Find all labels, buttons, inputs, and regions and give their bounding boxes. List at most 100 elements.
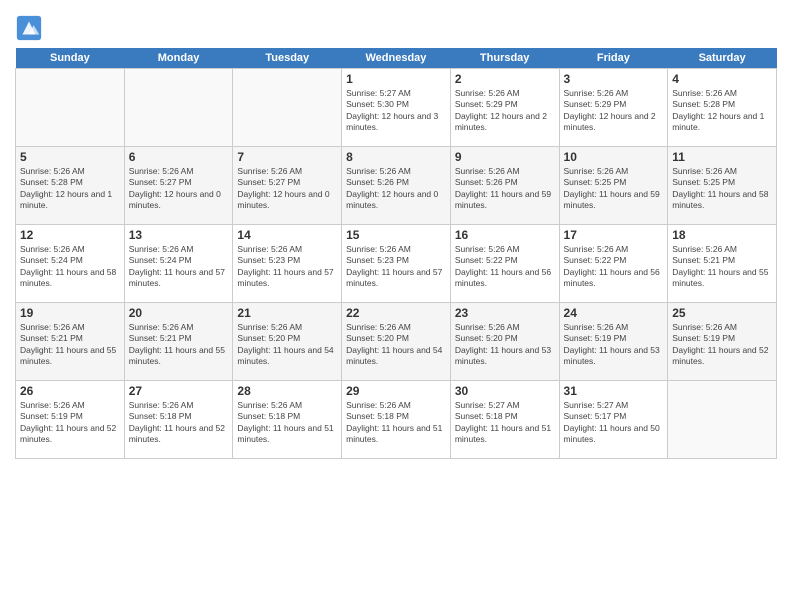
day-number: 31 (564, 384, 664, 398)
logo (15, 14, 45, 42)
calendar-cell (668, 381, 777, 459)
day-info: Sunrise: 5:26 AM Sunset: 5:18 PM Dayligh… (237, 400, 337, 446)
day-header-wednesday: Wednesday (342, 48, 451, 69)
calendar-cell (233, 69, 342, 147)
day-info: Sunrise: 5:27 AM Sunset: 5:30 PM Dayligh… (346, 88, 446, 134)
day-number: 13 (129, 228, 229, 242)
day-info: Sunrise: 5:26 AM Sunset: 5:20 PM Dayligh… (455, 322, 555, 368)
day-number: 12 (20, 228, 120, 242)
day-info: Sunrise: 5:26 AM Sunset: 5:20 PM Dayligh… (237, 322, 337, 368)
day-info: Sunrise: 5:27 AM Sunset: 5:18 PM Dayligh… (455, 400, 555, 446)
calendar-cell: 29 Sunrise: 5:26 AM Sunset: 5:18 PM Dayli… (342, 381, 451, 459)
day-header-tuesday: Tuesday (233, 48, 342, 69)
day-number: 24 (564, 306, 664, 320)
day-info: Sunrise: 5:26 AM Sunset: 5:24 PM Dayligh… (129, 244, 229, 290)
day-info: Sunrise: 5:26 AM Sunset: 5:23 PM Dayligh… (346, 244, 446, 290)
day-info: Sunrise: 5:26 AM Sunset: 5:18 PM Dayligh… (346, 400, 446, 446)
calendar-cell: 4 Sunrise: 5:26 AM Sunset: 5:28 PM Daylig… (668, 69, 777, 147)
calendar-cell: 14 Sunrise: 5:26 AM Sunset: 5:23 PM Dayli… (233, 225, 342, 303)
day-number: 9 (455, 150, 555, 164)
calendar-cell: 23 Sunrise: 5:26 AM Sunset: 5:20 PM Dayli… (450, 303, 559, 381)
calendar-cell: 11 Sunrise: 5:26 AM Sunset: 5:25 PM Dayli… (668, 147, 777, 225)
day-number: 14 (237, 228, 337, 242)
calendar-cell: 10 Sunrise: 5:26 AM Sunset: 5:25 PM Dayli… (559, 147, 668, 225)
calendar-cell: 5 Sunrise: 5:26 AM Sunset: 5:28 PM Daylig… (16, 147, 125, 225)
day-number: 17 (564, 228, 664, 242)
day-number: 25 (672, 306, 772, 320)
day-info: Sunrise: 5:26 AM Sunset: 5:19 PM Dayligh… (564, 322, 664, 368)
calendar-week-4: 19 Sunrise: 5:26 AM Sunset: 5:21 PM Dayli… (16, 303, 777, 381)
header (15, 10, 777, 42)
calendar-week-2: 5 Sunrise: 5:26 AM Sunset: 5:28 PM Daylig… (16, 147, 777, 225)
day-number: 2 (455, 72, 555, 86)
day-info: Sunrise: 5:26 AM Sunset: 5:23 PM Dayligh… (237, 244, 337, 290)
day-info: Sunrise: 5:26 AM Sunset: 5:28 PM Dayligh… (672, 88, 772, 134)
day-header-saturday: Saturday (668, 48, 777, 69)
day-number: 11 (672, 150, 772, 164)
day-info: Sunrise: 5:26 AM Sunset: 5:25 PM Dayligh… (564, 166, 664, 212)
day-number: 23 (455, 306, 555, 320)
day-header-monday: Monday (124, 48, 233, 69)
day-info: Sunrise: 5:26 AM Sunset: 5:29 PM Dayligh… (455, 88, 555, 134)
calendar-week-1: 1 Sunrise: 5:27 AM Sunset: 5:30 PM Daylig… (16, 69, 777, 147)
calendar-cell: 27Sunrise: 5:26 AM Sunset: 5:18 PM Dayli… (124, 381, 233, 459)
calendar-week-5: 26 Sunrise: 5:26 AM Sunset: 5:19 PM Dayli… (16, 381, 777, 459)
day-number: 4 (672, 72, 772, 86)
day-number: 26 (20, 384, 120, 398)
day-info: Sunrise: 5:26 AM Sunset: 5:21 PM Dayligh… (129, 322, 229, 368)
calendar-cell: 24 Sunrise: 5:26 AM Sunset: 5:19 PM Dayli… (559, 303, 668, 381)
calendar-cell: 20 Sunrise: 5:26 AM Sunset: 5:21 PM Dayli… (124, 303, 233, 381)
calendar-cell: 21 Sunrise: 5:26 AM Sunset: 5:20 PM Dayli… (233, 303, 342, 381)
day-number: 3 (564, 72, 664, 86)
header-row: SundayMondayTuesdayWednesdayThursdayFrid… (16, 48, 777, 69)
calendar-cell: 28 Sunrise: 5:26 AM Sunset: 5:18 PM Dayli… (233, 381, 342, 459)
day-number: 10 (564, 150, 664, 164)
day-number: 16 (455, 228, 555, 242)
day-number: 7 (237, 150, 337, 164)
day-number: 30 (455, 384, 555, 398)
day-info: Sunrise: 5:26 AM Sunset: 5:28 PM Dayligh… (20, 166, 120, 212)
calendar-cell: 7 Sunrise: 5:26 AM Sunset: 5:27 PM Daylig… (233, 147, 342, 225)
calendar-cell: 30 Sunrise: 5:27 AM Sunset: 5:18 PM Dayli… (450, 381, 559, 459)
day-info: Sunrise: 5:26 AM Sunset: 5:22 PM Dayligh… (455, 244, 555, 290)
day-info: Sunrise: 5:26 AM Sunset: 5:27 PM Dayligh… (237, 166, 337, 212)
calendar-table: SundayMondayTuesdayWednesdayThursdayFrid… (15, 48, 777, 459)
calendar-cell (124, 69, 233, 147)
calendar-cell: 13 Sunrise: 5:26 AM Sunset: 5:24 PM Dayli… (124, 225, 233, 303)
day-header-sunday: Sunday (16, 48, 125, 69)
calendar-cell: 12Sunrise: 5:26 AM Sunset: 5:24 PM Dayli… (16, 225, 125, 303)
day-number: 19 (20, 306, 120, 320)
day-number: 28 (237, 384, 337, 398)
day-number: 1 (346, 72, 446, 86)
calendar-cell: 3Sunrise: 5:26 AM Sunset: 5:29 PM Daylig… (559, 69, 668, 147)
day-number: 29 (346, 384, 446, 398)
day-number: 27 (129, 384, 229, 398)
day-info: Sunrise: 5:26 AM Sunset: 5:26 PM Dayligh… (346, 166, 446, 212)
calendar-cell: 1 Sunrise: 5:27 AM Sunset: 5:30 PM Daylig… (342, 69, 451, 147)
calendar-cell: 19 Sunrise: 5:26 AM Sunset: 5:21 PM Dayli… (16, 303, 125, 381)
page-container: SundayMondayTuesdayWednesdayThursdayFrid… (0, 0, 792, 469)
logo-icon (15, 14, 43, 42)
calendar-cell: 6Sunrise: 5:26 AM Sunset: 5:27 PM Daylig… (124, 147, 233, 225)
day-number: 5 (20, 150, 120, 164)
calendar-cell: 18Sunrise: 5:26 AM Sunset: 5:21 PM Dayli… (668, 225, 777, 303)
day-info: Sunrise: 5:26 AM Sunset: 5:25 PM Dayligh… (672, 166, 772, 212)
day-number: 21 (237, 306, 337, 320)
day-info: Sunrise: 5:27 AM Sunset: 5:17 PM Dayligh… (564, 400, 664, 446)
calendar-cell: 17 Sunrise: 5:26 AM Sunset: 5:22 PM Dayli… (559, 225, 668, 303)
calendar-week-3: 12 Sunrise: 5:26 AM Sunset: 5:24 PM Dayli… (16, 225, 777, 303)
day-info: Sunrise: 5:26 AM Sunset: 5:22 PM Dayligh… (564, 244, 664, 290)
day-info: Sunrise: 5:26 AM Sunset: 5:21 PM Dayligh… (672, 244, 772, 290)
calendar-cell: 31 Sunrise: 5:27 AM Sunset: 5:17 PM Dayli… (559, 381, 668, 459)
day-header-friday: Friday (559, 48, 668, 69)
day-info: Sunrise: 5:26 AM Sunset: 5:21 PM Dayligh… (20, 322, 120, 368)
calendar-cell: 15 Sunrise: 5:26 AM Sunset: 5:23 PM Dayli… (342, 225, 451, 303)
day-info: Sunrise: 5:26 AM Sunset: 5:19 PM Dayligh… (672, 322, 772, 368)
day-info: Sunrise: 5:26 AM Sunset: 5:27 PM Dayligh… (129, 166, 229, 212)
calendar-cell: 9Sunrise: 5:26 AM Sunset: 5:26 PM Daylig… (450, 147, 559, 225)
day-number: 15 (346, 228, 446, 242)
day-number: 20 (129, 306, 229, 320)
day-info: Sunrise: 5:26 AM Sunset: 5:19 PM Dayligh… (20, 400, 120, 446)
calendar-cell: 26 Sunrise: 5:26 AM Sunset: 5:19 PM Dayli… (16, 381, 125, 459)
calendar-cell (16, 69, 125, 147)
